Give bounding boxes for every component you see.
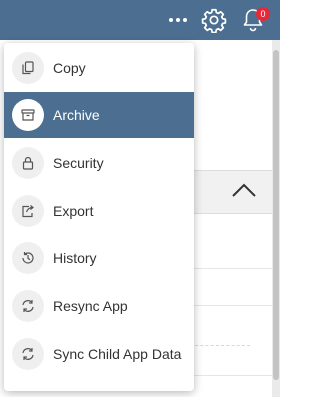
top-bar: 0 [0, 0, 280, 40]
divider [190, 375, 272, 376]
menu-item-history[interactable]: History [4, 235, 194, 281]
menu-item-label: Sync Child App Data [53, 346, 182, 362]
divider [190, 345, 250, 346]
menu-item-label: Security [53, 155, 104, 171]
menu-item-label: Archive [53, 107, 100, 123]
menu-item-export[interactable]: Export [4, 188, 194, 234]
history-icon [12, 242, 44, 274]
scrollbar-thumb[interactable] [273, 50, 279, 380]
menu-item-label: Resync App [53, 298, 128, 314]
menu-item-label: Copy [53, 60, 86, 76]
menu-item-archive[interactable]: Archive [4, 92, 194, 138]
menu-item-label: Export [53, 203, 94, 219]
archive-icon [12, 99, 44, 131]
gear-icon[interactable] [199, 6, 229, 34]
sync-icon [12, 290, 44, 322]
chevron-up-icon[interactable] [230, 178, 258, 202]
export-icon [12, 195, 44, 227]
notification-count-badge: 0 [256, 7, 270, 21]
divider [190, 305, 272, 306]
menu-item-resync-app[interactable]: Resync App [4, 283, 194, 329]
sync-icon [12, 338, 44, 370]
actions-dropdown-menu: Copy Archive Security Export History Res… [4, 43, 194, 391]
divider [190, 268, 272, 269]
more-horizontal-icon[interactable] [164, 8, 192, 32]
scrollbar[interactable] [272, 40, 280, 397]
menu-item-security[interactable]: Security [4, 140, 194, 186]
menu-item-sync-child-app-data[interactable]: Sync Child App Data [4, 331, 194, 377]
lock-icon [12, 147, 44, 179]
menu-item-label: History [53, 250, 97, 266]
menu-item-copy[interactable]: Copy [4, 45, 194, 91]
copy-icon [12, 52, 44, 84]
